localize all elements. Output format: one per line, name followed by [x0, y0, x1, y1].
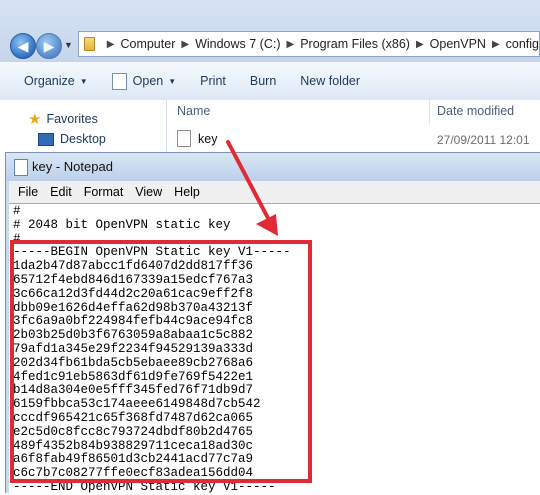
- chevron-down-icon: ▼: [168, 76, 177, 86]
- file-date: 27/09/2011 12:01: [437, 133, 530, 147]
- explorer-toolbar: Organize ▼ Open ▼ Print Burn New folder: [0, 62, 540, 101]
- menu-help[interactable]: Help: [174, 185, 200, 199]
- menu-edit[interactable]: Edit: [50, 185, 72, 199]
- nav-item-favorites[interactable]: ★ Favorites: [28, 110, 98, 128]
- folder-icon: [84, 37, 95, 51]
- desktop-label: Desktop: [60, 132, 106, 146]
- breadcrumb-openvpn[interactable]: OpenVPN: [430, 37, 486, 51]
- organize-label: Organize: [24, 74, 75, 88]
- menu-format[interactable]: Format: [84, 185, 124, 199]
- open-button[interactable]: Open ▼: [111, 72, 177, 90]
- column-header-name[interactable]: Name: [177, 104, 210, 118]
- explorer-titlebar: ◀ ▶ ▼ ▶ Computer ▶ Windows 7 (C:) ▶ Prog…: [0, 0, 540, 62]
- menu-file[interactable]: File: [18, 185, 38, 199]
- chevron-right-icon[interactable]: ▶: [287, 39, 295, 50]
- chevron-right-icon[interactable]: ▶: [492, 39, 500, 50]
- highlight-box: [10, 240, 312, 483]
- column-divider[interactable]: [429, 100, 430, 124]
- forward-arrow-icon[interactable]: ▶: [36, 33, 62, 59]
- organize-button[interactable]: Organize ▼: [24, 74, 88, 88]
- breadcrumb-config[interactable]: config: [506, 37, 539, 51]
- explorer-window: ◀ ▶ ▼ ▶ Computer ▶ Windows 7 (C:) ▶ Prog…: [0, 0, 540, 170]
- file-icon: [177, 130, 191, 147]
- chevron-down-icon: ▼: [79, 76, 88, 86]
- address-bar[interactable]: ▶ Computer ▶ Windows 7 (C:) ▶ Program Fi…: [78, 31, 540, 57]
- recent-pages-dropdown-icon[interactable]: ▼: [64, 40, 73, 50]
- notepad-icon: [14, 159, 28, 176]
- chevron-right-icon[interactable]: ▶: [107, 39, 115, 50]
- breadcrumb-computer[interactable]: Computer: [120, 37, 175, 51]
- text-line: #: [13, 204, 21, 218]
- notepad-titlebar[interactable]: key - Notepad: [6, 153, 540, 181]
- open-label: Open: [132, 74, 164, 88]
- breadcrumb-drive[interactable]: Windows 7 (C:): [195, 37, 280, 51]
- desktop-icon: [38, 132, 54, 146]
- text-line: # 2048 bit OpenVPN static key: [13, 217, 231, 232]
- chevron-right-icon[interactable]: ▶: [416, 39, 424, 50]
- file-name: key: [198, 131, 218, 146]
- burn-button[interactable]: Burn: [250, 74, 276, 88]
- new-folder-button[interactable]: New folder: [300, 74, 360, 88]
- column-header-date-modified[interactable]: Date modified: [437, 104, 514, 118]
- nav-item-desktop[interactable]: Desktop: [38, 132, 106, 146]
- notepad-icon: [111, 72, 127, 90]
- breadcrumb-program-files[interactable]: Program Files (x86): [300, 37, 410, 51]
- notepad-menubar: File Edit Format View Help: [9, 181, 540, 203]
- chevron-right-icon[interactable]: ▶: [181, 39, 189, 50]
- print-button[interactable]: Print: [200, 74, 226, 88]
- menu-view[interactable]: View: [135, 185, 162, 199]
- file-row-key[interactable]: key: [177, 130, 217, 147]
- notepad-title: key - Notepad: [32, 159, 113, 174]
- favorites-label: Favorites: [46, 112, 98, 126]
- back-arrow-icon[interactable]: ◀: [10, 33, 36, 59]
- star-icon: ★: [28, 111, 42, 128]
